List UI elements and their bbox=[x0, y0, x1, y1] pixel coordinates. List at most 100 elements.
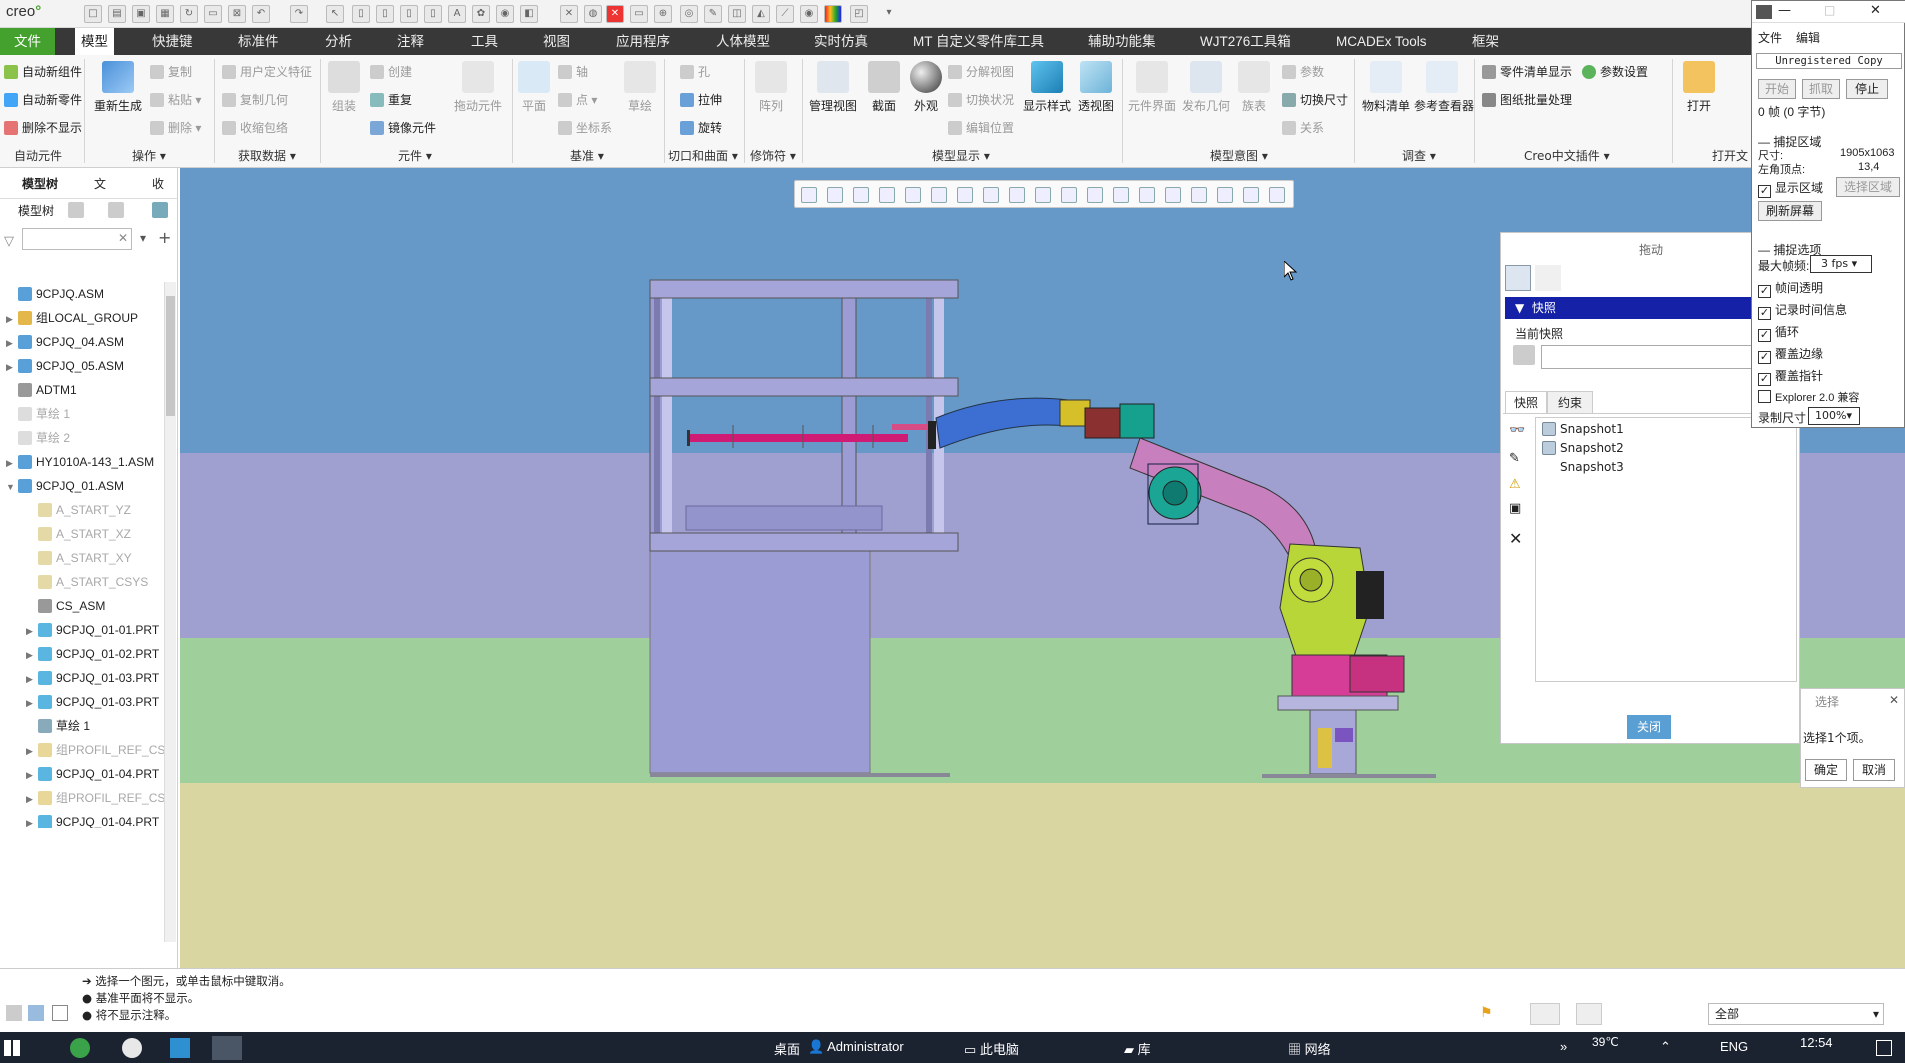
open-file-icon[interactable]: ▤ bbox=[108, 5, 126, 23]
delete-button[interactable]: 删除 ▾ bbox=[150, 119, 201, 136]
close-recorder-icon[interactable]: ✕ bbox=[1870, 3, 1881, 18]
tree-item[interactable]: CS_ASM bbox=[0, 594, 105, 618]
edit-position-button[interactable]: 编辑位置 bbox=[948, 119, 1014, 136]
qa-tool-3-icon[interactable]: ▯ bbox=[400, 5, 418, 23]
tray-up-icon[interactable]: ⌃ bbox=[1660, 1039, 1671, 1055]
relations-button[interactable]: 关系 bbox=[1282, 119, 1324, 136]
selection-filter-select[interactable]: 全部 ▾ bbox=[1708, 1003, 1884, 1025]
datum-point-button[interactable]: 点 ▾ bbox=[558, 91, 597, 108]
start-button[interactable]: 开始 bbox=[1758, 79, 1796, 99]
drag-components-button[interactable]: 拖动元件 bbox=[448, 61, 508, 114]
taskbar-desktop[interactable]: 桌面 bbox=[774, 1039, 800, 1058]
new-file-icon[interactable]: □ bbox=[84, 5, 102, 23]
qa-tool-8-icon[interactable]: ◧ bbox=[520, 5, 538, 23]
expand-toggle-icon[interactable]: ▶ bbox=[26, 763, 36, 787]
bom-button[interactable]: 物料清单 bbox=[1358, 61, 1414, 114]
auto-new-part-button[interactable]: 自动新零件 bbox=[4, 91, 82, 108]
start-icon[interactable] bbox=[4, 1040, 20, 1056]
clock-time[interactable]: 12:54 bbox=[1800, 1035, 1833, 1050]
qa-tool-17-icon[interactable]: ◭ bbox=[752, 5, 770, 23]
show-area-checkbox[interactable]: ✓ 显示区域 bbox=[1758, 179, 1823, 198]
opt-frame-transparency[interactable]: ✓ 帧间透明 bbox=[1758, 279, 1823, 298]
taskbar-user[interactable]: 👤 Administrator bbox=[808, 1039, 904, 1055]
tree-item[interactable]: 草绘 1 bbox=[0, 714, 90, 738]
tree-item[interactable]: ▶ 9CPJQ_05.ASM bbox=[0, 354, 124, 378]
tree-item[interactable]: ▶ 9CPJQ_01-01.PRT bbox=[0, 618, 159, 642]
repaint-icon[interactable] bbox=[879, 187, 895, 203]
snapshot-item[interactable]: Snapshot3 bbox=[1560, 460, 1624, 474]
print-icon[interactable]: ▦ bbox=[156, 5, 174, 23]
taskbar-library[interactable]: ▰ 库 bbox=[1124, 1039, 1151, 1058]
qa-tool-9-icon[interactable]: ✕ bbox=[560, 5, 578, 23]
qa-tool-4-icon[interactable]: ▯ bbox=[424, 5, 442, 23]
open-button[interactable]: 打开 bbox=[1676, 61, 1722, 114]
pattern-button[interactable]: 阵列 bbox=[752, 61, 790, 114]
expand-toggle-icon[interactable]: ▶ bbox=[6, 355, 16, 379]
reference-viewer-button[interactable]: 参考查看器 bbox=[1414, 61, 1474, 114]
drag-body-icon[interactable] bbox=[1535, 265, 1561, 291]
tab-human-model[interactable]: 人体模型 bbox=[716, 28, 770, 55]
tree-search-input[interactable] bbox=[22, 228, 132, 250]
hole-button[interactable]: 孔 bbox=[680, 63, 710, 80]
selection-filter-icon[interactable] bbox=[1576, 1003, 1602, 1025]
switch-dimensions-button[interactable]: 切换尺寸 bbox=[1282, 91, 1348, 108]
perspective-button[interactable]: 透视图 bbox=[1076, 61, 1116, 114]
expand-toggle-icon[interactable]: ▶ bbox=[6, 331, 16, 355]
tree-item[interactable]: ▶ 9CPJQ_01-03.PRT bbox=[0, 690, 159, 714]
create-button[interactable]: 创建 bbox=[370, 63, 412, 80]
qa-tool-12-icon[interactable]: ▭ bbox=[630, 5, 648, 23]
search-options-icon[interactable]: ▾ bbox=[140, 231, 146, 245]
clear-search-icon[interactable]: ✕ bbox=[118, 231, 128, 245]
expand-toggle-icon[interactable]: ▶ bbox=[26, 739, 36, 763]
group-modifiers[interactable]: 修饰符 ▾ bbox=[750, 147, 796, 164]
stop-icon[interactable] bbox=[1269, 187, 1285, 203]
expand-toggle-icon[interactable]: ▶ bbox=[26, 811, 36, 828]
status-icon-1[interactable] bbox=[6, 1005, 22, 1021]
import-snapshot-icon[interactable]: ▣ bbox=[1509, 501, 1521, 516]
tree-item[interactable]: ADTM1 bbox=[0, 378, 77, 402]
plane-display-icon[interactable] bbox=[1061, 187, 1077, 203]
select-area-button[interactable]: 选择区域 bbox=[1836, 177, 1900, 197]
expand-toggle-icon[interactable]: ▶ bbox=[26, 619, 36, 643]
display-snapshot-icon[interactable]: 👓 bbox=[1509, 423, 1525, 438]
shrinkwrap-button[interactable]: 收缩包络 bbox=[222, 119, 288, 136]
add-filter-icon[interactable]: + bbox=[158, 228, 171, 247]
manage-views-button[interactable]: 管理视图 bbox=[806, 61, 860, 114]
taskbar-creo-icon[interactable] bbox=[212, 1036, 242, 1060]
tree-item[interactable]: ▶ 组LOCAL_GROUP bbox=[0, 306, 138, 330]
warning-icon[interactable] bbox=[1217, 187, 1233, 203]
refit-icon[interactable] bbox=[801, 187, 817, 203]
tree-filter-icon[interactable] bbox=[152, 202, 168, 218]
group-cut-surface[interactable]: 切口和曲面 ▾ bbox=[668, 147, 738, 164]
stop-button[interactable]: 停止 bbox=[1846, 79, 1888, 99]
annotation-display-icon[interactable] bbox=[1165, 187, 1181, 203]
qa-tool-13-icon[interactable]: ⊕ bbox=[654, 5, 672, 23]
pause-icon[interactable] bbox=[1243, 187, 1259, 203]
customize-quick-access-icon[interactable]: ▾ bbox=[880, 5, 898, 23]
tab-view[interactable]: 视图 bbox=[543, 28, 570, 55]
qa-tool-16-icon[interactable]: ◫ bbox=[728, 5, 746, 23]
part-list-display-button[interactable]: 零件清单显示 bbox=[1482, 63, 1572, 80]
qa-tool-6-icon[interactable]: ✿ bbox=[472, 5, 490, 23]
copy-geometry-button[interactable]: 复制几何 bbox=[222, 91, 288, 108]
qa-tool-15-icon[interactable]: ✎ bbox=[704, 5, 722, 23]
datum-axis-button[interactable]: 轴 bbox=[558, 63, 588, 80]
tree-item[interactable]: ▶ HY1010A-143_1.ASM bbox=[0, 450, 154, 474]
axis-display-icon[interactable] bbox=[1087, 187, 1103, 203]
parameter-settings-button[interactable]: 参数设置 bbox=[1582, 63, 1648, 80]
tree-item[interactable]: ▶ 9CPJQ_01-02.PRT bbox=[0, 642, 159, 666]
tree-item[interactable]: A_START_XY bbox=[0, 546, 132, 570]
appearance-button[interactable]: 外观 bbox=[906, 61, 946, 114]
tree-item[interactable]: A_START_XZ bbox=[0, 522, 131, 546]
tree-item[interactable]: ▶ 9CPJQ_01-04.PRT bbox=[0, 810, 159, 828]
expand-toggle-icon[interactable]: ▶ bbox=[26, 643, 36, 667]
tree-settings-icon[interactable] bbox=[68, 202, 84, 218]
recorder-menu-edit[interactable]: 编辑 bbox=[1796, 29, 1820, 46]
batch-drawing-button[interactable]: 图纸批量处理 bbox=[1482, 91, 1572, 108]
auto-new-component-button[interactable]: 自动新组件 bbox=[4, 63, 82, 80]
ok-button[interactable]: 确定 bbox=[1805, 759, 1847, 781]
recorder-menu-file[interactable]: 文件 bbox=[1758, 29, 1782, 46]
repeat-button[interactable]: 重复 bbox=[370, 91, 412, 108]
family-table-button[interactable]: 族表 bbox=[1234, 61, 1274, 114]
group-creo-plugin[interactable]: Creo中文插件 ▾ bbox=[1524, 147, 1610, 164]
